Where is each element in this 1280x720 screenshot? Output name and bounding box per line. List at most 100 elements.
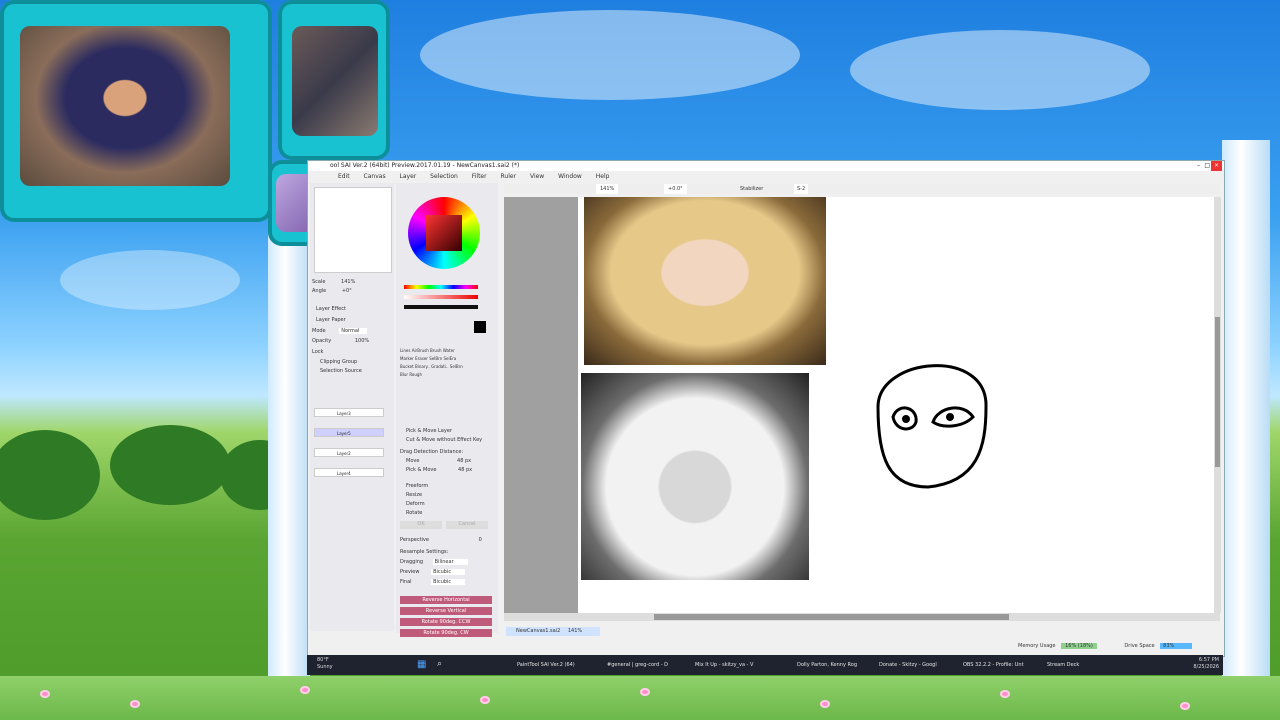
tool-selerase[interactable]: SelEra [443,356,456,361]
menu-edit[interactable]: Edit [338,173,350,180]
search-icon[interactable]: ⌕ [437,659,442,669]
canvas-paper[interactable] [578,197,1218,613]
horizontal-scrollbar[interactable] [504,613,1220,621]
clock[interactable]: 6:57 PM 8/25/2026 [1193,657,1219,671]
brush-grid: Lines AirBrush Brush Water Marker Eraser… [400,347,490,379]
menu-view[interactable]: View [530,173,544,180]
tool-binary[interactable]: Binary.. [415,364,430,369]
transform-mode-resize[interactable]: Resize [406,492,422,498]
layer-paper-toggle[interactable]: Layer Paper [316,317,346,323]
preview-select[interactable]: Bicubic [431,569,466,575]
menu-help[interactable]: Help [596,173,610,180]
pillar-right [1222,140,1270,676]
start-icon[interactable]: ▦ [417,659,426,670]
cancel-button[interactable]: Cancel [446,521,488,529]
tool-panel: Lines AirBrush Brush Water Marker Eraser… [396,183,498,633]
pick-move-value[interactable]: 48 px [458,467,472,473]
layer-row-selected[interactable]: Layer5 [314,428,384,437]
tool-airbrush[interactable]: AirBrush [412,348,429,353]
selection-source-checkbox[interactable]: Selection Source [320,368,362,374]
layer-row[interactable]: Layer4 [314,468,384,477]
drag-detection-label: Drag Detection Distance: [400,449,464,455]
tool-selbrush[interactable]: SelBrn [429,356,442,361]
clipping-group-checkbox[interactable]: Clipping Group [320,359,357,365]
rotate-ccw-button[interactable]: Rotate 90deg. CCW [400,618,492,626]
mode-row: Mode Normal [312,328,368,334]
menu-selection[interactable]: Selection [430,173,458,180]
final-label: Final [400,579,412,585]
tool-water[interactable]: Water [443,348,455,353]
foreground-color-swatch[interactable] [474,321,486,333]
canvas-area[interactable] [504,197,1220,613]
taskbar-item-stream-deck[interactable]: Stream Deck [1035,658,1079,672]
dragging-select[interactable]: Bilinear [432,559,468,565]
color-square[interactable] [426,215,462,251]
menu-canvas[interactable]: Canvas [364,173,386,180]
stabilizer-select[interactable]: S-2 [794,184,809,194]
taskbar-item-discord[interactable]: #general | greg-cord - D [595,658,668,672]
status-bar: Memory Usage 16% (18%) Drive Space 83% [1018,643,1218,649]
angle-field[interactable]: +0.0° [664,184,687,194]
minimize-icon[interactable]: – [1197,161,1200,171]
vertical-scroll-thumb[interactable] [1215,317,1220,467]
rotate-cw-button[interactable]: Rotate 90deg. CW [400,629,492,637]
cut-move-checkbox[interactable]: Cut & Move without Effect Key [406,437,482,443]
scale-label: Scale [312,279,326,285]
opacity-value[interactable]: 100% [355,338,369,344]
transform-mode-deform[interactable]: Deform [406,501,425,507]
dragging-label: Dragging [400,559,424,565]
color-wheel[interactable] [408,197,480,269]
weather-widget[interactable]: 80°F Sunny [317,657,333,671]
saturation-slider[interactable] [404,295,478,299]
flower [480,696,490,704]
final-select[interactable]: Bicubic [431,579,466,585]
maximize-icon[interactable]: □ [1204,161,1210,171]
tool-bucket[interactable]: Bucket [400,364,414,369]
transform-mode-freeform[interactable]: Freeform [406,483,428,489]
zoom-field[interactable]: 141% [596,184,619,194]
reference-photo-bw [581,373,809,580]
perspective-value[interactable]: 0 [479,537,482,543]
taskbar-item-browser-dolly[interactable]: Dolly Parton, Kenny Rog [785,658,857,672]
horizontal-scroll-thumb[interactable] [654,614,1009,620]
angle-value[interactable]: +0° [342,288,352,294]
value-slider[interactable] [404,305,478,309]
title-text: ool SAI Ver.2 (64bit) Preview.2017.01.19… [330,162,520,169]
scale-value[interactable]: 141% [341,279,355,285]
mode-select[interactable]: Normal [339,328,368,334]
vertical-scrollbar[interactable] [1214,197,1221,613]
taskbar-item-browser-donate[interactable]: Donate - Skitzy - Googl [867,658,937,672]
taskbar-item-paint-tool[interactable]: PaintTool SAI Ver.2 (64) [505,658,575,672]
transform-mode-rotate[interactable]: Rotate [406,510,422,516]
tool-eraser[interactable]: Eraser [415,356,428,361]
taskbar-item-mixitup[interactable]: Mix It Up - skitzy_va - V [683,658,753,672]
menu-window[interactable]: Window [558,173,582,180]
pick-move-row: Pick & Move 48 px [406,467,472,473]
pick-move-layer-checkbox[interactable]: Pick & Move Layer [406,428,452,434]
tool-selbrush-2[interactable]: SelBrn [450,364,463,369]
tool-brush[interactable]: Brush [430,348,442,353]
tool-marker[interactable]: Marker [400,356,414,361]
menu-ruler[interactable]: Ruler [501,173,517,180]
hue-slider[interactable] [404,285,478,289]
move-label: Move [406,458,420,464]
close-icon[interactable]: × [1210,161,1222,171]
document-tab[interactable]: NewCanvas1.sai2 141% [506,627,600,636]
reverse-vertical-button[interactable]: Reverse Vertical [400,607,492,615]
layer-row[interactable]: Layer2 [314,448,384,457]
reverse-horizontal-button[interactable]: Reverse Horizontal [400,596,492,604]
move-value[interactable]: 48 px [457,458,471,464]
tool-lines[interactable]: Lines [400,348,410,353]
tool-rough[interactable]: Rough [409,372,422,377]
reference-photo-color [584,197,826,365]
tool-gradation[interactable]: Gradati.. [431,364,448,369]
layer-row[interactable]: Layer3 [314,408,384,417]
ok-button[interactable]: OK [400,521,442,529]
flower [820,700,830,708]
layer-effect-toggle[interactable]: Layer Effect [316,306,346,312]
tool-blur[interactable]: Blur [400,372,408,377]
menu-layer[interactable]: Layer [400,173,417,180]
menu-filter[interactable]: Filter [472,173,487,180]
taskbar-item-obs[interactable]: OBS 32.2.2 - Profile: Unt [951,658,1024,672]
cloud [60,250,240,310]
